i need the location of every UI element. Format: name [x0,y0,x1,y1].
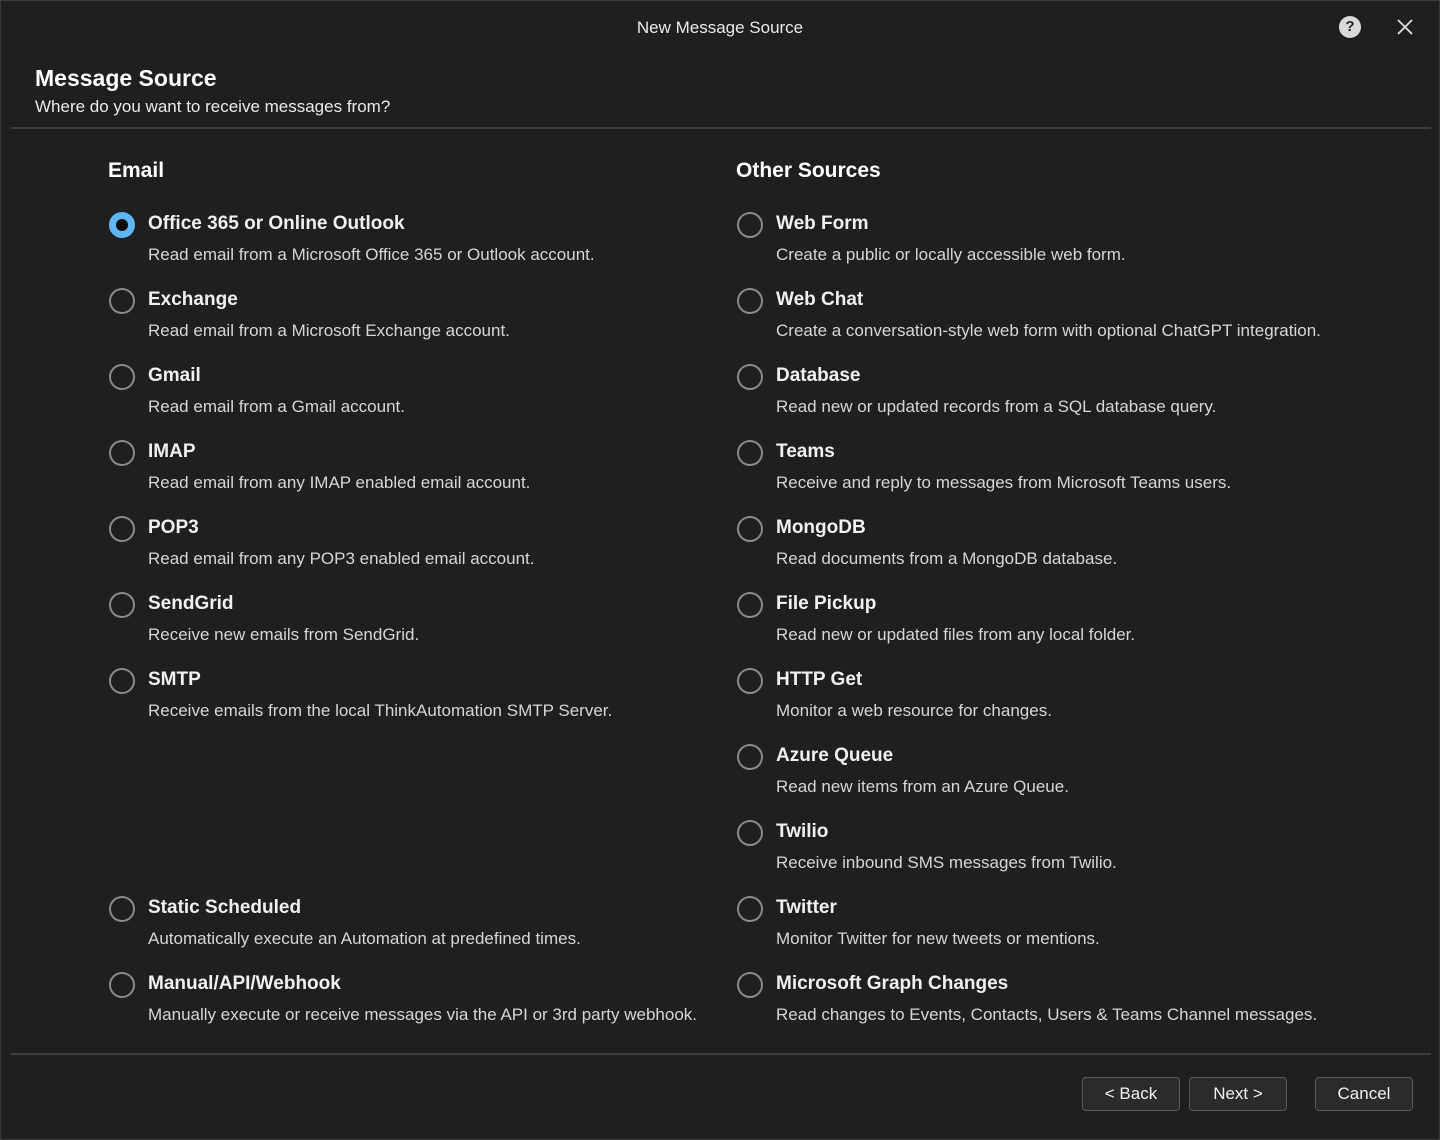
option-exchange[interactable]: Exchange Read email from a Microsoft Exch… [109,288,749,358]
help-icon[interactable]: ? [1339,16,1361,38]
option-azure-queue[interactable]: Azure Queue Read new items from an Azure … [737,744,1377,814]
option-description: Automatically execute an Automation at p… [148,929,581,948]
radio-button[interactable] [737,592,763,618]
option-label: Web Form [776,213,869,234]
option-description: Read email from a Microsoft Exchange acc… [148,321,510,340]
other-sources-heading: Other Sources [736,159,881,182]
option-description: Read changes to Events, Contacts, Users … [776,1005,1318,1024]
radio-button[interactable] [109,364,135,390]
page-header: Message Source Where do you want to rece… [35,65,390,117]
radio-button[interactable] [737,668,763,694]
option-label: MongoDB [776,517,866,538]
radio-button[interactable] [737,440,763,466]
option-manual-api-webhook[interactable]: Manual/API/Webhook Manually execute or re… [109,972,749,1042]
option-label: POP3 [148,517,199,538]
radio-button[interactable] [737,288,763,314]
radio-button[interactable] [109,896,135,922]
option-mongodb[interactable]: MongoDB Read documents from a MongoDB dat… [737,516,1377,586]
option-gmail[interactable]: Gmail Read email from a Gmail account. [109,364,749,434]
option-label: IMAP [148,441,196,462]
email-heading: Email [108,159,165,182]
option-label: File Pickup [776,593,877,614]
option-description: Create a public or locally accessible we… [776,245,1126,264]
dialog-window: New Message Source ? Message Source Wher… [0,0,1440,1140]
radio-button[interactable] [109,212,135,238]
option-label: Manual/API/Webhook [148,973,341,994]
title-bar: New Message Source ? [1,1,1439,53]
radio-button[interactable] [737,896,763,922]
close-icon[interactable] [1393,15,1417,39]
option-smtp[interactable]: SMTP Receive emails from the local ThinkA… [109,668,749,738]
radio-button[interactable] [109,516,135,542]
option-label: Office 365 or Online Outlook [148,213,405,234]
option-description: Read email from a Gmail account. [148,397,405,416]
option-description: Create a conversation-style web form wit… [776,321,1321,340]
radio-button[interactable] [109,440,135,466]
page-title: Message Source [35,65,217,91]
header-divider [11,127,1431,129]
option-description: Read new items from an Azure Queue. [776,777,1069,796]
option-web-form[interactable]: Web Form Create a public or locally acces… [737,212,1377,282]
option-description: Read new or updated records from a SQL d… [776,397,1217,416]
option-static-scheduled[interactable]: Static Scheduled Automatically execute an… [109,896,749,966]
option-office-365-or-online-outlook[interactable]: Office 365 or Online Outlook Read email f… [109,212,749,282]
option-twitter[interactable]: Twitter Monitor Twitter for new tweets or… [737,896,1377,966]
option-imap[interactable]: IMAP Read email from any IMAP enabled ema… [109,440,749,510]
option-label: SendGrid [148,593,234,614]
radio-button[interactable] [737,744,763,770]
option-description: Manually execute or receive messages via… [148,1005,698,1024]
back-button[interactable]: < Back [1082,1077,1180,1111]
option-description: Read email from a Microsoft Office 365 o… [148,245,595,264]
option-http-get[interactable]: HTTP Get Monitor a web resource for chang… [737,668,1377,738]
option-label: Teams [776,441,835,462]
option-label: Exchange [148,289,238,310]
option-description: Receive inbound SMS messages from Twilio… [776,853,1117,872]
option-twilio[interactable]: Twilio Receive inbound SMS messages from … [737,820,1377,890]
option-description: Read email from any IMAP enabled email a… [148,473,531,492]
window-title: New Message Source [636,18,804,37]
option-database[interactable]: Database Read new or updated records from… [737,364,1377,434]
option-description: Monitor a web resource for changes. [776,701,1052,720]
option-label: Twilio [776,821,829,842]
option-label: HTTP Get [776,669,863,690]
option-description: Receive and reply to messages from Micro… [776,473,1232,492]
option-description: Receive emails from the local ThinkAutom… [148,701,613,720]
radio-button[interactable] [737,516,763,542]
footer-divider [11,1053,1431,1055]
option-label: SMTP [148,669,201,690]
option-label: Database [776,365,861,386]
radio-button[interactable] [109,288,135,314]
option-pop3[interactable]: POP3 Read email from any POP3 enabled ema… [109,516,749,586]
option-description: Monitor Twitter for new tweets or mentio… [776,929,1100,948]
option-label: Microsoft Graph Changes [776,973,1009,994]
option-microsoft-graph-changes[interactable]: Microsoft Graph Changes Read changes to E… [737,972,1377,1042]
option-label: Gmail [148,365,201,386]
option-sendgrid[interactable]: SendGrid Receive new emails from SendGrid… [109,592,749,662]
option-label: Static Scheduled [148,897,302,918]
radio-button[interactable] [737,364,763,390]
radio-button[interactable] [109,668,135,694]
radio-button[interactable] [737,212,763,238]
cancel-button[interactable]: Cancel [1315,1077,1413,1111]
option-label: Web Chat [776,289,864,310]
option-web-chat[interactable]: Web Chat Create a conversation-style web … [737,288,1377,358]
option-file-pickup[interactable]: File Pickup Read new or updated files fro… [737,592,1377,662]
option-description: Read documents from a MongoDB database. [776,549,1118,568]
radio-button[interactable] [109,592,135,618]
option-teams[interactable]: Teams Receive and reply to messages from … [737,440,1377,510]
radio-button[interactable] [109,972,135,998]
option-description: Receive new emails from SendGrid. [148,625,420,644]
page-subtitle: Where do you want to receive messages fr… [35,97,391,116]
radio-button[interactable] [737,972,763,998]
option-description: Read email from any POP3 enabled email a… [148,549,535,568]
radio-button[interactable] [737,820,763,846]
option-label: Twitter [776,897,837,918]
option-label: Azure Queue [776,745,894,766]
next-button[interactable]: Next > [1189,1077,1287,1111]
option-description: Read new or updated files from any local… [776,625,1136,644]
